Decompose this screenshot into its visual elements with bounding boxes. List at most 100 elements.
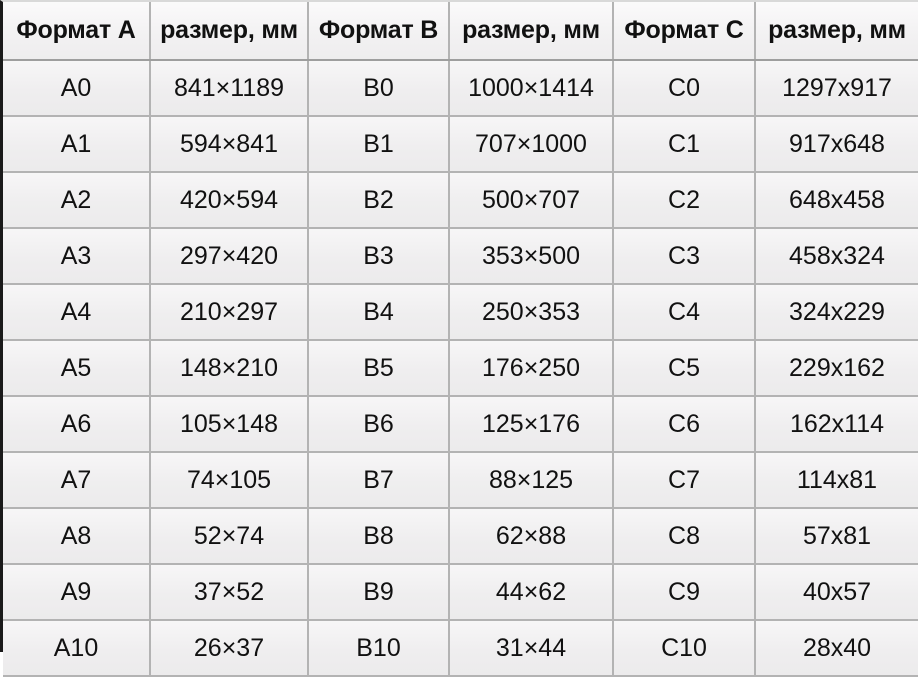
cell-size-b: 176×250 (449, 340, 614, 397)
cell-format-a: A5 (3, 340, 151, 397)
cell-size-c: 162x114 (755, 396, 918, 453)
cell-format-c: C6 (613, 396, 756, 453)
cell-format-a: A2 (3, 172, 151, 229)
cell-format-c-label: C2 (668, 185, 700, 214)
cell-format-b-label: B2 (363, 185, 394, 214)
cell-format-a: A6 (3, 396, 151, 453)
cell-size-c-label: 229x162 (789, 353, 885, 382)
cell-format-a: A10 (3, 620, 151, 677)
table-row: A5 148×210 B5 176×250 C5 229x162 (3, 340, 918, 397)
cell-size-a: 26×37 (150, 620, 309, 677)
cell-size-c: 648x458 (755, 172, 918, 229)
cell-format-b: B4 (308, 284, 450, 341)
cell-format-c: C5 (613, 340, 756, 397)
cell-format-c-label: C0 (668, 73, 700, 102)
cell-size-a-label: 841×1189 (173, 73, 285, 102)
cell-size-c: 324x229 (755, 284, 918, 341)
cell-format-c: C4 (613, 284, 756, 341)
cell-size-a-label: 420×594 (179, 185, 279, 214)
cell-size-c: 1297x917 (755, 60, 918, 117)
table-header-row: Формат A размер, мм Формат B размер, мм … (3, 2, 918, 61)
cell-format-a-label: A7 (60, 465, 92, 494)
cell-size-a: 594×841 (150, 116, 309, 173)
cell-size-b-label: 707×1000 (475, 129, 587, 158)
cell-size-b: 125×176 (449, 396, 614, 453)
cell-format-a: A0 (3, 60, 151, 117)
cell-size-b: 31×44 (449, 620, 614, 677)
cell-size-b-label: 44×62 (495, 577, 567, 606)
cell-format-b: B2 (308, 172, 450, 229)
cell-size-b: 62×88 (449, 508, 614, 565)
table-row: A10 26×37 B10 31×44 C10 28x40 (3, 620, 918, 677)
cell-size-b-label: 353×500 (481, 241, 581, 270)
cell-format-c-label: C4 (668, 297, 700, 326)
cell-size-b-label: 500×707 (481, 185, 581, 214)
table-row: A6 105×148 B6 125×176 C6 162x114 (3, 396, 918, 453)
cell-format-a-label: A3 (60, 241, 92, 270)
column-header-size-b: размер, мм (449, 2, 614, 61)
cell-size-a: 420×594 (150, 172, 309, 229)
cell-size-b: 88×125 (449, 452, 614, 509)
cell-format-a: A8 (3, 508, 151, 565)
cell-size-a-label: 52×74 (193, 521, 265, 550)
paper-sizes-table: Формат A размер, мм Формат B размер, мм … (3, 2, 918, 677)
column-header-format-c: Формат C (613, 2, 756, 61)
cell-format-b: B8 (308, 508, 450, 565)
cell-format-b: B1 (308, 116, 450, 173)
cell-format-b-label: B8 (363, 521, 394, 550)
cell-format-a-label: A2 (60, 185, 92, 214)
column-header-size-c: размер, мм (755, 2, 918, 61)
cell-format-a: A1 (3, 116, 151, 173)
cell-format-c-label: C7 (668, 465, 700, 494)
cell-format-a-label: A5 (60, 353, 92, 382)
cell-size-c-label: 28x40 (802, 633, 872, 662)
cell-size-b-label: 88×125 (488, 465, 574, 494)
cell-format-b-label: B1 (363, 129, 394, 158)
column-header-format-a: Формат A (3, 2, 151, 61)
table-row: A9 37×52 B9 44×62 C9 40x57 (3, 564, 918, 621)
cell-size-a-label: 210×297 (179, 297, 279, 326)
cell-format-b: B5 (308, 340, 450, 397)
cell-size-a: 297×420 (150, 228, 309, 285)
cell-size-a-label: 105×148 (179, 409, 279, 438)
cell-format-c-label: C1 (668, 129, 700, 158)
cell-size-b: 44×62 (449, 564, 614, 621)
cell-format-a-label: A9 (60, 577, 92, 606)
cell-format-b: B7 (308, 452, 450, 509)
cell-format-a: A9 (3, 564, 151, 621)
cell-format-b-label: B3 (363, 241, 394, 270)
cell-size-b-label: 62×88 (495, 521, 567, 550)
paper-sizes-table-container: Формат A размер, мм Формат B размер, мм … (0, 0, 918, 677)
cell-format-b: B3 (308, 228, 450, 285)
cell-format-a-label: A8 (60, 521, 92, 550)
cell-size-a: 210×297 (150, 284, 309, 341)
cell-format-a-label: A10 (53, 633, 99, 662)
cell-format-c: C3 (613, 228, 756, 285)
column-header-size-b-label: размер, мм (462, 16, 600, 44)
cell-format-c-label: C9 (668, 577, 700, 606)
cell-format-a-label: A4 (60, 297, 92, 326)
cell-size-a-label: 297×420 (179, 241, 279, 270)
cell-format-c-label: C6 (668, 409, 700, 438)
cell-format-c-label: C3 (668, 241, 700, 270)
table-row: A1 594×841 B1 707×1000 C1 917x648 (3, 116, 918, 173)
cell-format-b-label: B9 (363, 577, 394, 606)
cell-format-a: A3 (3, 228, 151, 285)
cell-size-c-label: 458x324 (789, 241, 885, 270)
cell-size-b: 1000×1414 (449, 60, 614, 117)
cell-format-a-label: A1 (60, 129, 92, 158)
table-row: A7 74×105 B7 88×125 C7 114x81 (3, 452, 918, 509)
cell-format-b-label: B6 (363, 409, 394, 438)
cell-format-a-label: A0 (60, 73, 92, 102)
cell-size-a: 105×148 (150, 396, 309, 453)
cell-format-c: C0 (613, 60, 756, 117)
column-header-size-a-label: размер, мм (160, 16, 298, 44)
cell-size-c: 229x162 (755, 340, 918, 397)
cell-format-a: A7 (3, 452, 151, 509)
cell-format-b: B0 (308, 60, 450, 117)
cell-format-b: B10 (308, 620, 450, 677)
cell-format-b-label: B4 (363, 297, 394, 326)
cell-size-a-label: 26×37 (193, 633, 265, 662)
cell-format-c: C7 (613, 452, 756, 509)
cell-size-c-label: 40x57 (802, 577, 872, 606)
